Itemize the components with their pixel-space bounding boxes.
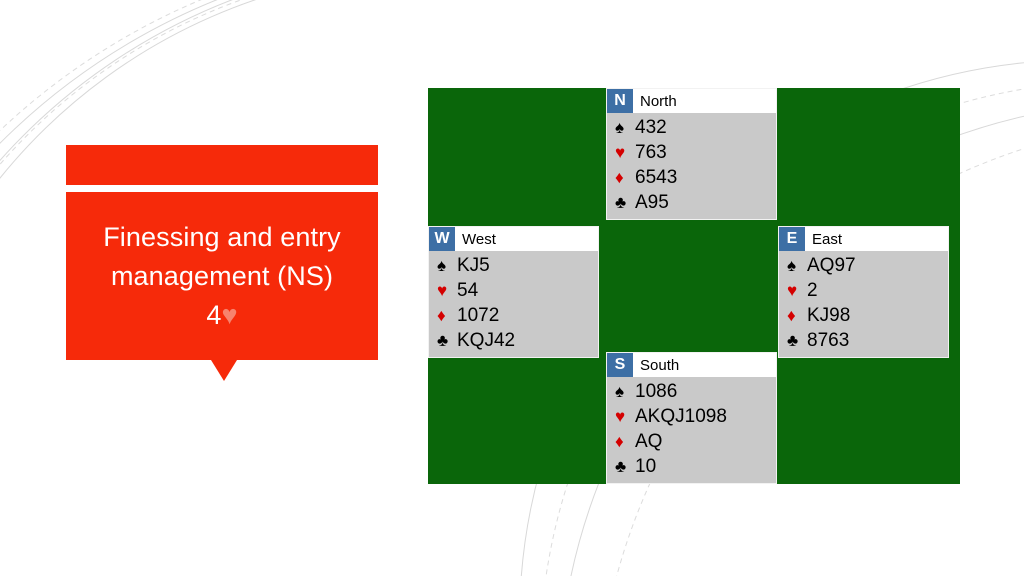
cards-west-spades: KJ5 — [457, 255, 490, 276]
hearts-suit-icon: ♥ — [615, 143, 626, 162]
spades-suit-icon: ♠ — [437, 256, 447, 275]
cards-north-hearts: 763 — [635, 142, 667, 163]
clubs-suit-icon: ♣ — [787, 331, 799, 350]
callout-line-3: management (NS) — [110, 260, 334, 291]
suit-row-north-clubs: ♣ A95 — [607, 190, 776, 215]
suit-row-west-hearts: ♥ 54 — [429, 278, 598, 303]
contract-level: 4 — [206, 299, 222, 330]
hand-panel-east: E East ♠ AQ97 ♥ 2 ♦ KJ98 ♣ 8763 — [778, 226, 949, 358]
suit-row-south-hearts: ♥ AKQJ1098 — [607, 404, 776, 429]
hand-header-east: E East — [779, 227, 948, 251]
hearts-suit-icon: ♥ — [437, 281, 448, 300]
suit-rows-north: ♠ 432 ♥ 763 ♦ 6543 ♣ A95 — [607, 113, 776, 219]
cards-west-clubs: KQJ42 — [457, 330, 516, 351]
cards-west-hearts: 54 — [457, 280, 479, 301]
compass-badge-east: E — [779, 227, 805, 251]
callout-top-bar — [66, 145, 378, 185]
suit-row-east-clubs: ♣ 8763 — [779, 328, 948, 353]
hand-label-south: South — [640, 356, 680, 374]
hand-panel-west: W West ♠ KJ5 ♥ 54 ♦ 1072 ♣ KQJ42 — [428, 226, 599, 358]
cards-south-diamonds: AQ — [635, 431, 663, 452]
cards-east-diamonds: KJ98 — [807, 305, 851, 326]
suit-row-west-clubs: ♣ KQJ42 — [429, 328, 598, 353]
suit-row-east-hearts: ♥ 2 — [779, 278, 948, 303]
diamonds-suit-icon: ♦ — [615, 168, 624, 187]
title-callout: Finessing and entry management (NS) 4♥ — [66, 145, 378, 381]
hand-header-north: N North — [607, 89, 776, 113]
callout-line-2: entry — [280, 221, 341, 252]
suit-row-east-diamonds: ♦ KJ98 — [779, 303, 948, 328]
suit-row-north-diamonds: ♦ 6543 — [607, 165, 776, 190]
cards-west-diamonds: 1072 — [457, 305, 500, 326]
clubs-suit-icon: ♣ — [437, 331, 449, 350]
hand-label-east: East — [812, 230, 843, 248]
clubs-suit-icon: ♣ — [615, 193, 627, 212]
cards-south-spades: 1086 — [635, 381, 678, 402]
cards-north-diamonds: 6543 — [635, 167, 678, 188]
callout-pointer-tail — [211, 360, 237, 381]
spades-suit-icon: ♠ — [787, 256, 797, 275]
clubs-suit-icon: ♣ — [615, 457, 627, 476]
suit-row-north-spades: ♠ 432 — [607, 115, 776, 140]
spades-suit-icon: ♠ — [615, 382, 625, 401]
suit-rows-south: ♠ 1086 ♥ AKQJ1098 ♦ AQ ♣ 10 — [607, 377, 776, 483]
diamonds-suit-icon: ♦ — [437, 306, 446, 325]
cards-north-clubs: A95 — [635, 192, 669, 213]
suit-row-south-clubs: ♣ 10 — [607, 454, 776, 479]
suit-rows-east: ♠ AQ97 ♥ 2 ♦ KJ98 ♣ 8763 — [779, 251, 948, 357]
compass-badge-north: N — [607, 89, 633, 113]
hand-header-south: S South — [607, 353, 776, 377]
hand-panel-south: S South ♠ 1086 ♥ AKQJ1098 ♦ AQ ♣ 10 — [606, 352, 777, 484]
spades-suit-icon: ♠ — [615, 118, 625, 137]
suit-row-west-diamonds: ♦ 1072 — [429, 303, 598, 328]
cards-east-spades: AQ97 — [807, 255, 856, 276]
callout-divider-gap — [66, 185, 378, 192]
compass-badge-west: W — [429, 227, 455, 251]
hand-panel-north: N North ♠ 432 ♥ 763 ♦ 6543 ♣ A95 — [606, 88, 777, 220]
hand-label-north: North — [640, 92, 677, 110]
cards-north-spades: 432 — [635, 117, 667, 138]
suit-row-east-spades: ♠ AQ97 — [779, 253, 948, 278]
suit-rows-west: ♠ KJ5 ♥ 54 ♦ 1072 ♣ KQJ42 — [429, 251, 598, 357]
cards-east-hearts: 2 — [807, 280, 818, 301]
callout-title-text: Finessing and entry management (NS) 4♥ — [72, 218, 372, 335]
compass-badge-south: S — [607, 353, 633, 377]
hand-label-west: West — [462, 230, 496, 248]
suit-row-south-diamonds: ♦ AQ — [607, 429, 776, 454]
hand-header-west: W West — [429, 227, 598, 251]
cards-east-clubs: 8763 — [807, 330, 850, 351]
hearts-suit-icon: ♥ — [787, 281, 798, 300]
bridge-board: N North ♠ 432 ♥ 763 ♦ 6543 ♣ A95 W West ♠ KJ5 ♥ 54 ♦ 107… — [428, 88, 960, 484]
hearts-suit-icon: ♥ — [615, 407, 626, 426]
diamonds-suit-icon: ♦ — [787, 306, 796, 325]
cards-south-hearts: AKQJ1098 — [635, 406, 727, 427]
callout-body: Finessing and entry management (NS) 4♥ — [66, 192, 378, 360]
diamonds-suit-icon: ♦ — [615, 432, 624, 451]
heart-suit-icon: ♥ — [221, 299, 238, 330]
suit-row-north-hearts: ♥ 763 — [607, 140, 776, 165]
callout-contract-line: 4♥ — [72, 296, 372, 335]
callout-line-1: Finessing and — [103, 221, 273, 252]
suit-row-west-spades: ♠ KJ5 — [429, 253, 598, 278]
suit-row-south-spades: ♠ 1086 — [607, 379, 776, 404]
cards-south-clubs: 10 — [635, 456, 657, 477]
